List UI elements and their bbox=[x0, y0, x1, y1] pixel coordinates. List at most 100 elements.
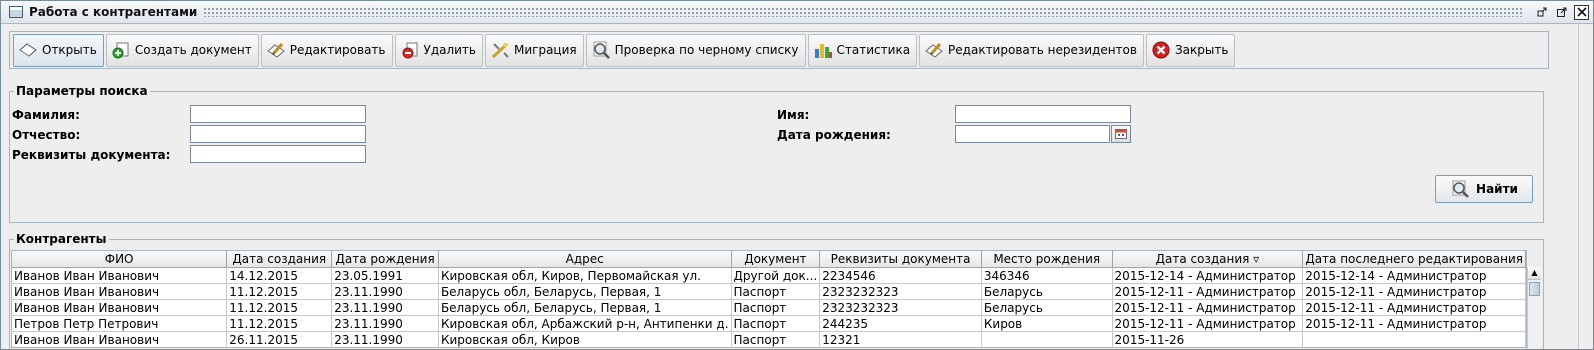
cell-fio: Иванов Иван Иванович bbox=[12, 331, 228, 347]
statistics-button-label: Статистика bbox=[836, 43, 911, 57]
birth-date-input[interactable] bbox=[955, 125, 1110, 143]
cell-document: Другой док... bbox=[731, 267, 821, 284]
window-vertical-scrollbar[interactable] bbox=[1578, 24, 1593, 349]
edit-button[interactable]: Редактировать bbox=[260, 33, 393, 67]
column-header-document[interactable]: Документ bbox=[731, 251, 821, 268]
close-button[interactable]: Закрыть bbox=[1145, 33, 1236, 67]
cell-last-edited: 2015-12-11 - Администратор bbox=[1302, 283, 1526, 300]
column-header-created-by[interactable]: Дата создания ▿ bbox=[1112, 251, 1304, 268]
create-document-button-label: Создать документ bbox=[134, 43, 252, 57]
cell-birth-place: Беларусь bbox=[981, 299, 1113, 316]
edit-nonresidents-icon bbox=[924, 40, 944, 60]
window-icon bbox=[9, 6, 23, 18]
column-header-last-edited[interactable]: Дата последнего редактирования bbox=[1302, 251, 1526, 268]
cell-document: Паспорт bbox=[731, 283, 821, 300]
cell-birth-place: Киров bbox=[981, 315, 1113, 332]
cell-created: 11.12.2015 bbox=[226, 315, 333, 332]
cell-doc-details: 2234546 bbox=[819, 267, 982, 284]
edit-button-label: Редактировать bbox=[289, 43, 386, 57]
bar-chart-icon bbox=[813, 40, 833, 60]
delete-button-label: Удалить bbox=[423, 43, 477, 57]
cell-address: Беларусь обл, Беларусь, Первая, 1 bbox=[438, 299, 732, 316]
create-document-button[interactable]: Создать документ bbox=[105, 33, 259, 67]
cell-birth-place: Беларусь bbox=[981, 283, 1113, 300]
migration-icon bbox=[490, 40, 510, 60]
cell-doc-details: 2323232323 bbox=[819, 283, 982, 300]
table-row[interactable]: Иванов Иван Иванович 11.12.2015 23.11.19… bbox=[12, 283, 1526, 300]
cell-birth-place bbox=[981, 331, 1113, 347]
title-bar: Работа с контрагентами bbox=[1, 1, 1593, 24]
cell-birth-date: 23.11.1990 bbox=[331, 331, 439, 347]
blacklist-check-button[interactable]: Проверка по черному списку bbox=[585, 33, 806, 67]
cell-created-by: 2015-11-26 bbox=[1112, 331, 1304, 347]
toolbar: Открыть Создать документ Редактировать У… bbox=[9, 31, 1549, 69]
delete-icon bbox=[400, 40, 420, 60]
last-name-label: Фамилия: bbox=[12, 108, 80, 122]
last-name-input[interactable] bbox=[190, 105, 366, 123]
cell-document: Паспорт bbox=[731, 299, 821, 316]
minimize-icon[interactable] bbox=[1534, 4, 1550, 20]
birth-date-label: Дата рождения: bbox=[777, 128, 891, 142]
find-button[interactable]: Найти bbox=[1435, 175, 1533, 203]
cell-last-edited bbox=[1302, 331, 1526, 347]
delete-button[interactable]: Удалить bbox=[394, 33, 483, 67]
table-row[interactable]: Петров Петр Петрович 11.12.2015 23.11.19… bbox=[12, 315, 1526, 332]
patronymic-label: Отчество: bbox=[12, 128, 81, 142]
calendar-button[interactable] bbox=[1111, 125, 1131, 143]
column-header-doc-details[interactable]: Реквизиты документа bbox=[819, 251, 982, 268]
column-header-created[interactable]: Дата создания bbox=[226, 251, 333, 268]
doc-details-label: Реквизиты документа: bbox=[12, 148, 171, 162]
open-button[interactable]: Открыть bbox=[13, 33, 104, 67]
cell-address: Кировская обл, Киров, Первомайская ул. bbox=[438, 267, 732, 284]
first-name-label: Имя: bbox=[777, 108, 810, 122]
cell-birth-date: 23.05.1991 bbox=[331, 267, 439, 284]
table-row[interactable]: Иванов Иван Иванович 26.11.2015 23.11.19… bbox=[12, 331, 1526, 347]
cell-birth-date: 23.11.1990 bbox=[331, 283, 439, 300]
edit-icon bbox=[266, 40, 286, 60]
statistics-button[interactable]: Статистика bbox=[807, 33, 918, 67]
edit-nonresidents-button[interactable]: Редактировать нерезидентов bbox=[919, 33, 1144, 67]
cell-created-by: 2015-12-11 - Администратор bbox=[1112, 283, 1304, 300]
create-icon bbox=[111, 40, 131, 60]
open-icon bbox=[18, 40, 38, 60]
contractors-table: ФИО Дата создания Дата рождения Адрес До… bbox=[12, 251, 1526, 347]
cell-created: 11.12.2015 bbox=[226, 299, 333, 316]
contractors-window: Работа с контрагентами Открыть Создать д… bbox=[0, 0, 1594, 350]
close-button-label: Закрыть bbox=[1174, 43, 1229, 57]
cell-fio: Иванов Иван Иванович bbox=[12, 267, 228, 284]
cell-address: Кировская обл, Арбажский р-н, Антипенки … bbox=[438, 315, 732, 332]
migration-button[interactable]: Миграция bbox=[485, 33, 584, 67]
column-header-fio[interactable]: ФИО bbox=[12, 251, 228, 268]
doc-details-input[interactable] bbox=[190, 145, 366, 163]
column-header-birth-place[interactable]: Место рождения bbox=[981, 251, 1113, 268]
table-row[interactable]: Иванов Иван Иванович 11.12.2015 23.11.19… bbox=[12, 299, 1526, 316]
cell-birth-place: 346346 bbox=[981, 267, 1113, 284]
column-header-address[interactable]: Адрес bbox=[438, 251, 732, 268]
maximize-icon[interactable] bbox=[1554, 4, 1570, 20]
cell-created-by: 2015-12-14 - Администратор bbox=[1112, 267, 1304, 284]
cell-birth-date: 23.11.1990 bbox=[331, 315, 439, 332]
cell-document: Паспорт bbox=[731, 331, 821, 347]
table-vertical-scrollbar[interactable]: ▲ bbox=[1527, 267, 1541, 349]
cell-last-edited: 2015-12-14 - Администратор bbox=[1302, 267, 1526, 284]
calendar-icon bbox=[1115, 129, 1127, 139]
title-grip bbox=[203, 7, 1524, 17]
first-name-input[interactable] bbox=[955, 105, 1131, 123]
scroll-thumb[interactable] bbox=[1529, 282, 1540, 296]
cell-address: Беларусь обл, Беларусь, Первая, 1 bbox=[438, 283, 732, 300]
find-magnifier-icon bbox=[1452, 180, 1469, 198]
patronymic-input[interactable] bbox=[190, 125, 366, 143]
blacklist-check-button-label: Проверка по черному списку bbox=[614, 43, 799, 57]
magnifier-icon bbox=[591, 40, 611, 60]
cell-fio: Иванов Иван Иванович bbox=[12, 283, 228, 300]
cell-created-by: 2015-12-11 - Администратор bbox=[1112, 299, 1304, 316]
column-header-birth-date[interactable]: Дата рождения bbox=[331, 251, 439, 268]
cell-fio: Иванов Иван Иванович bbox=[12, 299, 228, 316]
cell-created: 26.11.2015 bbox=[226, 331, 333, 347]
scroll-up-arrow-icon[interactable]: ▲ bbox=[1528, 267, 1541, 280]
table-row[interactable]: Иванов Иван Иванович 14.12.2015 23.05.19… bbox=[12, 267, 1526, 284]
cell-last-edited: 2015-12-11 - Администратор bbox=[1302, 315, 1526, 332]
cell-address: Кировская обл, Киров bbox=[438, 331, 732, 347]
close-window-icon[interactable] bbox=[1574, 4, 1589, 20]
search-panel-legend: Параметры поиска bbox=[14, 84, 150, 98]
